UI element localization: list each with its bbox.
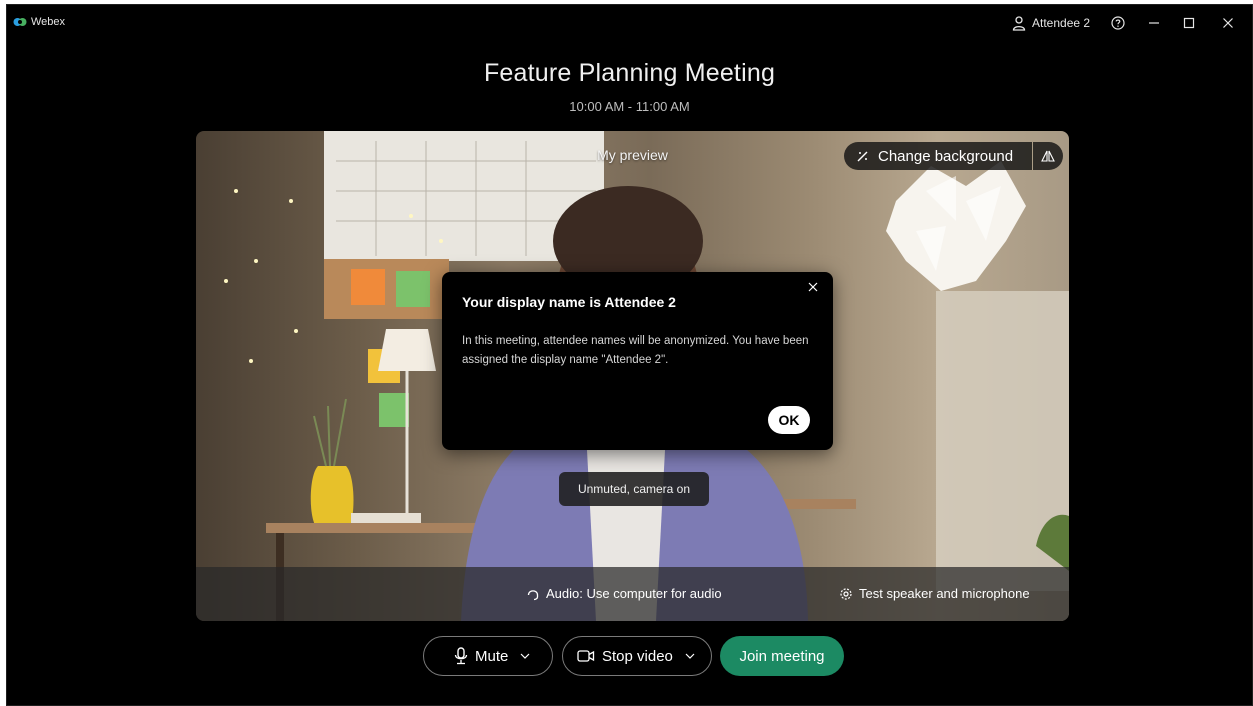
change-background-button[interactable]: Change background [844, 142, 1032, 170]
audio-label: Audio: Use computer for audio [546, 586, 722, 601]
background-options-button[interactable] [1033, 142, 1063, 170]
meeting-controls: Mute Stop video Join meeting [7, 636, 1252, 676]
video-preview: My preview Change background Unmuted, ca… [196, 131, 1069, 621]
app-frame: Webex Attendee 2 Feature Planning Meetin… [6, 4, 1253, 706]
test-label: Test speaker and microphone [859, 586, 1030, 601]
stop-video-button[interactable]: Stop video [562, 636, 712, 676]
video-camera-icon [577, 649, 595, 663]
magic-wand-icon [857, 151, 868, 162]
close-icon [808, 282, 818, 292]
user-name: Attendee 2 [1032, 16, 1091, 30]
chevron-down-icon[interactable] [685, 653, 695, 659]
mirror-view-icon [1041, 150, 1055, 162]
microphone-icon [454, 647, 468, 665]
gear-icon [840, 587, 852, 600]
close-icon [1223, 18, 1233, 28]
dialog-title: Your display name is Attendee 2 [462, 294, 676, 310]
dialog-ok-button[interactable]: OK [768, 406, 810, 434]
maximize-button[interactable] [1178, 13, 1200, 33]
test-speaker-microphone-button[interactable]: Test speaker and microphone [839, 586, 1030, 601]
join-meeting-button[interactable]: Join meeting [720, 636, 844, 676]
mute-label: Mute [475, 647, 509, 665]
app-name: Webex [31, 16, 66, 28]
stop-video-label: Stop video [602, 647, 673, 665]
title-bar: Webex Attendee 2 [7, 5, 1252, 41]
webex-window: Webex Attendee 2 Feature Planning Meetin… [0, 0, 1253, 706]
audio-connection-button[interactable]: Audio: Use computer for audio [526, 586, 722, 601]
preview-bottom-bar: Audio: Use computer for audio Test speak… [196, 567, 1069, 621]
meeting-title: Feature Planning Meeting [483, 59, 776, 87]
dialog-close-button[interactable] [805, 279, 821, 295]
help-button[interactable] [1107, 13, 1129, 33]
webex-logo-icon [13, 18, 27, 26]
chevron-down-icon[interactable] [520, 653, 530, 659]
maximize-icon [1183, 17, 1195, 29]
help-icon [1111, 16, 1125, 30]
mute-button[interactable]: Mute [423, 636, 553, 676]
user-menu[interactable]: Attendee 2 [1011, 13, 1090, 33]
headset-icon [527, 589, 539, 600]
user-icon [1012, 16, 1026, 31]
display-name-dialog: Your display name is Attendee 2 In this … [442, 272, 833, 450]
status-toast: Unmuted, camera on [559, 472, 709, 506]
minimize-icon [1149, 22, 1159, 24]
minimize-button[interactable] [1143, 13, 1165, 33]
meeting-time: 10:00 AM - 11:00 AM [569, 99, 690, 114]
close-window-button[interactable] [1217, 13, 1239, 33]
dialog-message: In this meeting, attendee names will be … [462, 335, 809, 366]
change-background-label: Change background [878, 147, 1014, 165]
